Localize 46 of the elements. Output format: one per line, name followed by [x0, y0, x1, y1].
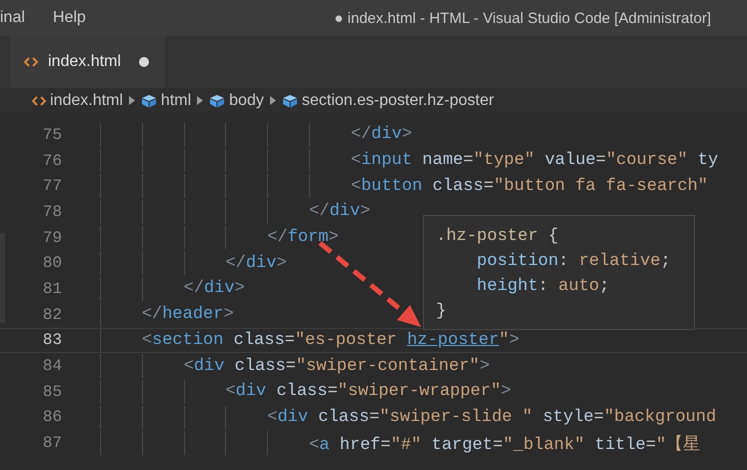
- css-rule-line: height: auto;: [476, 276, 610, 298]
- cube-icon: [209, 94, 226, 108]
- line-number: 86: [42, 408, 62, 426]
- chevron-icon: [270, 96, 276, 105]
- code-text: </div>: [225, 254, 287, 273]
- code-text: <div class="swiper-slide " style="background: [267, 408, 716, 427]
- menu-item[interactable]: inal: [0, 9, 25, 27]
- chevron-icon: [128, 96, 135, 105]
- code-text: <input name="type" value="course" ty: [350, 151, 718, 170]
- breadcrumb-item[interactable]: body: [209, 92, 264, 110]
- code-icon: [24, 56, 38, 68]
- breadcrumb-item[interactable]: index.html: [32, 92, 123, 110]
- line-number: 81: [42, 280, 62, 298]
- css-rule-line: }: [436, 301, 448, 323]
- code-text: <button class="button fa fa-search": [350, 176, 708, 196]
- code-text: <div class="swiper-container">: [184, 356, 490, 376]
- line-number: 82: [42, 306, 62, 324]
- code-text: </form>: [267, 228, 339, 248]
- code-text: <a href="#" target="_blank" title="【星: [309, 434, 700, 455]
- css-rule-line: position: relative;: [476, 251, 672, 273]
- line-number: 80: [42, 254, 62, 272]
- breadcrumb-item[interactable]: section.es-poster.hz-poster: [282, 92, 494, 110]
- line-number: 78: [42, 202, 62, 221]
- line-number: 85: [42, 382, 62, 401]
- line-number: 87: [42, 434, 62, 452]
- cube-icon: [282, 94, 298, 108]
- window-title: ● index.html - HTML - Visual Studio Code [Administrator]: [334, 10, 711, 26]
- line-number: 75: [42, 126, 62, 144]
- code-text: </div>: [309, 202, 370, 222]
- code-text: <div class="swiper-wrapper">: [225, 382, 512, 402]
- code-text: </div>: [184, 279, 245, 298]
- line-number: 79: [42, 228, 62, 247]
- breadcrumb-item[interactable]: html: [140, 92, 192, 110]
- line-number: 84: [42, 357, 62, 376]
- line-number: 77: [42, 177, 62, 196]
- line-number: 76: [42, 152, 62, 170]
- line-number: 83: [42, 331, 62, 350]
- css-rule-line: .hz-poster {: [436, 226, 560, 248]
- code-text: </div>: [350, 125, 412, 144]
- chevron-icon: [197, 96, 204, 105]
- code-text: </header>: [142, 305, 234, 324]
- code-text: <section class="es-poster hz-poster">: [142, 330, 520, 350]
- cube-icon: [140, 94, 157, 108]
- code-icon: [32, 94, 46, 106]
- menu-item[interactable]: Help: [52, 9, 86, 27]
- editor-tab[interactable]: index.html: [10, 36, 165, 88]
